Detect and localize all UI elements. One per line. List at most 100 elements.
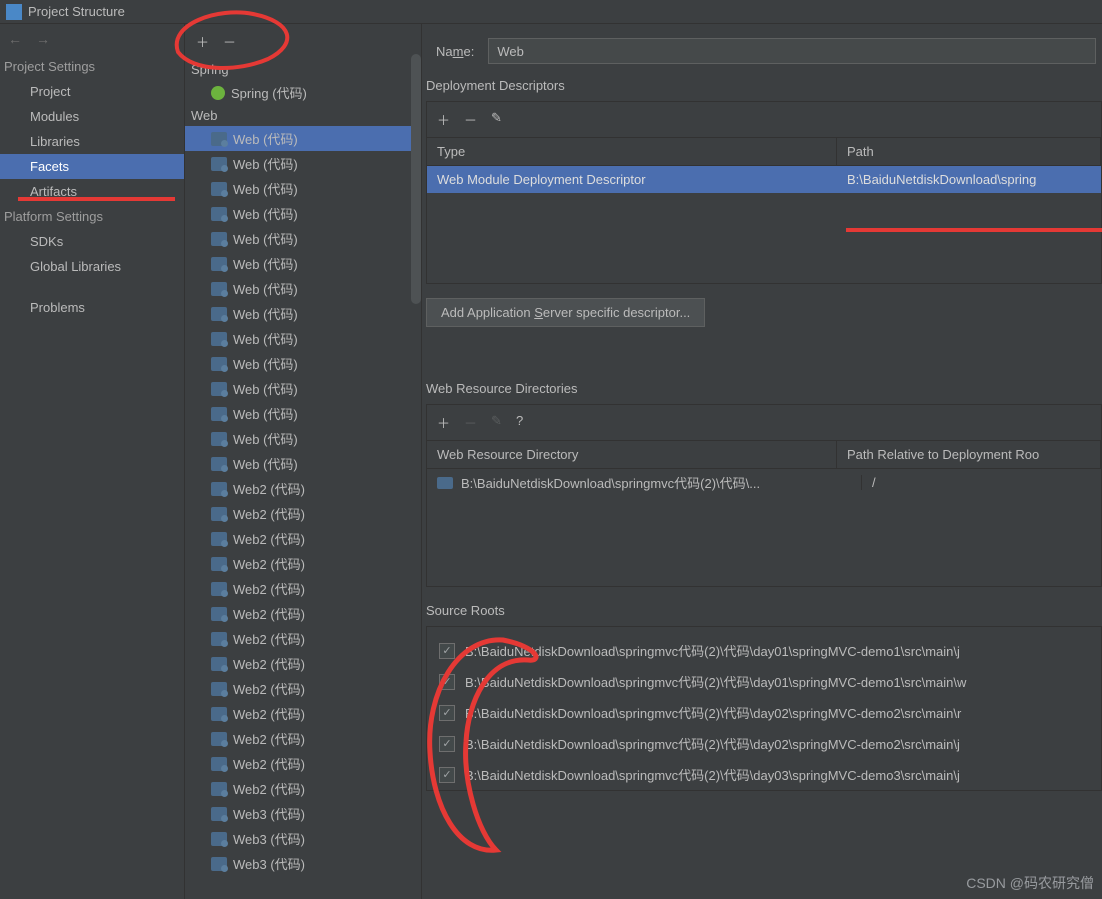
web-facet-icon (211, 457, 227, 471)
facet-item[interactable]: Web (代码) (185, 226, 421, 251)
web-facet-icon (211, 707, 227, 721)
edit-icon[interactable]: ✎ (491, 110, 502, 129)
wr-header: Web Resource Directories (426, 381, 1102, 396)
facet-item[interactable]: Web2 (代码) (185, 626, 421, 651)
facet-item[interactable]: Web (代码) (185, 251, 421, 276)
facet-item[interactable]: Web2 (代码) (185, 676, 421, 701)
facet-label: Web2 (代码) (233, 654, 305, 673)
help-icon[interactable]: ? (516, 413, 523, 432)
left-nav: ← → Project Settings Project Modules Lib… (0, 24, 185, 899)
spring-icon (211, 86, 225, 100)
facet-item[interactable]: Web3 (代码) (185, 826, 421, 851)
facet-label: Web (代码) (233, 229, 298, 248)
checkbox[interactable]: ✓ (439, 674, 455, 690)
facet-item[interactable]: Web (代码) (185, 376, 421, 401)
facet-label: Web (代码) (233, 254, 298, 273)
web-facet-icon (211, 832, 227, 846)
checkbox[interactable]: ✓ (439, 736, 455, 752)
web-facet-icon (211, 507, 227, 521)
deploy-header: Deployment Descriptors (426, 78, 1102, 93)
facet-item[interactable]: Web (代码) (185, 151, 421, 176)
nav-sdks[interactable]: SDKs (0, 229, 184, 254)
wr-row[interactable]: B:\BaiduNetdiskDownload\springmvc代码(2)\代… (427, 469, 1101, 496)
facet-item[interactable]: Web2 (代码) (185, 576, 421, 601)
source-header: Source Roots (426, 603, 1102, 618)
wr-rel-header: Path Relative to Deployment Roo (837, 441, 1101, 468)
deploy-row[interactable]: Web Module Deployment Descriptor B:\Baid… (427, 166, 1101, 193)
facet-item[interactable]: Web (代码) (185, 451, 421, 476)
deploy-type: Web Module Deployment Descriptor (427, 166, 837, 193)
facet-group-web[interactable]: Web (185, 105, 421, 126)
facet-item[interactable]: Web (代码) (185, 176, 421, 201)
facet-item[interactable]: Web2 (代码) (185, 551, 421, 576)
wr-dir: B:\BaiduNetdiskDownload\springmvc代码(2)\代… (461, 473, 861, 492)
facet-item[interactable]: Web2 (代码) (185, 526, 421, 551)
nav-libraries[interactable]: Libraries (0, 129, 184, 154)
facet-item[interactable]: Web2 (代码) (185, 651, 421, 676)
facet-item[interactable]: Web (代码) (185, 201, 421, 226)
facet-label: Web (代码) (233, 404, 298, 423)
facet-item[interactable]: Web2 (代码) (185, 501, 421, 526)
facet-item[interactable]: Web (代码) (185, 426, 421, 451)
watermark: CSDN @码农研究僧 (966, 873, 1094, 893)
facet-item[interactable]: Web3 (代码) (185, 851, 421, 876)
nav-problems[interactable]: Problems (0, 295, 184, 320)
nav-project[interactable]: Project (0, 79, 184, 104)
source-root-item[interactable]: ✓B:\BaiduNetdiskDownload\springmvc代码(2)\… (435, 635, 1101, 666)
facet-spring-child[interactable]: Spring (代码) (185, 80, 421, 105)
add-server-descriptor-button[interactable]: Add Application Server specific descript… (426, 298, 705, 327)
name-input[interactable] (488, 38, 1096, 64)
checkbox[interactable]: ✓ (439, 767, 455, 783)
facet-group-spring[interactable]: Spring (185, 59, 421, 80)
facet-item[interactable]: Web2 (代码) (185, 726, 421, 751)
facet-item[interactable]: Web (代码) (185, 276, 421, 301)
back-icon[interactable]: ← (8, 31, 22, 47)
source-root-item[interactable]: ✓ B:\BaiduNetdiskDownload\springmvc代码(2)\… (435, 697, 1101, 728)
web-facet-icon (211, 357, 227, 371)
facet-tree-panel: ＋ － Spring Spring (代码) Web Web (代码)Web (… (185, 24, 422, 899)
source-root-item[interactable]: ✓ B:\BaiduNetdiskDownload\springmvc代码(2)\… (435, 759, 1101, 790)
remove-icon[interactable]: － (464, 110, 477, 129)
facet-item[interactable]: Web2 (代码) (185, 601, 421, 626)
remove-icon: － (464, 413, 477, 432)
facet-item[interactable]: Web2 (代码) (185, 751, 421, 776)
web-facet-icon (211, 807, 227, 821)
source-path: B:\BaiduNetdiskDownload\springmvc代码(2)\代… (465, 765, 960, 784)
facet-item[interactable]: Web (代码) (185, 401, 421, 426)
facet-item[interactable]: Web (代码) (185, 301, 421, 326)
window-title: Project Structure (28, 4, 125, 19)
source-panel: ✓ B:\BaiduNetdiskDownload\springmvc代码(2)\… (426, 626, 1102, 791)
remove-facet-icon[interactable]: － (223, 32, 236, 51)
facet-item[interactable]: Web3 (代码) (185, 801, 421, 826)
facet-item[interactable]: Web2 (代码) (185, 476, 421, 501)
add-icon[interactable]: ＋ (437, 110, 450, 129)
checkbox[interactable]: ✓ (439, 643, 455, 659)
source-path: B:\BaiduNetdiskDownload\springmvc代码(2)\代… (465, 672, 966, 691)
web-facet-icon (211, 132, 227, 146)
web-facet-icon (211, 332, 227, 346)
add-facet-icon[interactable]: ＋ (196, 32, 209, 51)
facet-item[interactable]: Web2 (代码) (185, 776, 421, 801)
forward-icon[interactable]: → (36, 31, 50, 47)
source-root-item[interactable]: ✓B:\BaiduNetdiskDownload\springmvc代码(2)\… (435, 728, 1101, 759)
nav-artifacts[interactable]: Artifacts (0, 179, 184, 204)
checkbox[interactable]: ✓ (439, 705, 455, 721)
nav-global-libraries[interactable]: Global Libraries (0, 254, 184, 279)
nav-facets[interactable]: Facets (0, 154, 184, 179)
facet-item[interactable]: Web (代码) (185, 326, 421, 351)
source-root-item[interactable]: ✓ B:\BaiduNetdiskDownload\springmvc代码(2)\… (435, 666, 1101, 697)
facet-item[interactable]: Web (代码) (185, 126, 421, 151)
web-facet-icon (211, 307, 227, 321)
web-facet-icon (211, 207, 227, 221)
facet-item[interactable]: Web (代码) (185, 351, 421, 376)
facet-label: Web (代码) (233, 329, 298, 348)
scrollbar[interactable] (411, 54, 421, 304)
wr-panel: ＋ － ✎ ? Web Resource Directory Path Rela… (426, 404, 1102, 587)
source-path: B:\BaiduNetdiskDownload\springmvc代码(2)\代… (465, 703, 961, 722)
facet-item[interactable]: Web2 (代码) (185, 701, 421, 726)
add-icon[interactable]: ＋ (437, 413, 450, 432)
facet-label: Web3 (代码) (233, 829, 305, 848)
facet-label: Web2 (代码) (233, 504, 305, 523)
deploy-panel: ＋ － ✎ Type Path Web Module Deployment De… (426, 101, 1102, 284)
nav-modules[interactable]: Modules (0, 104, 184, 129)
